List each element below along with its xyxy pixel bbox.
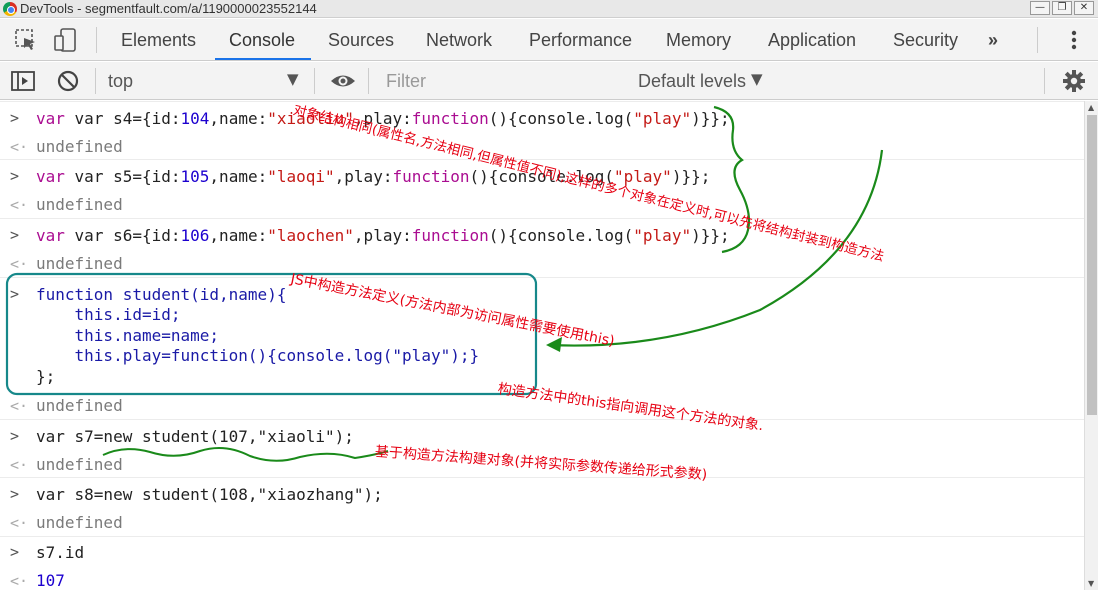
code-line: function student(id,name){ xyxy=(36,285,287,304)
console-result: undefined xyxy=(36,396,123,415)
separator xyxy=(314,68,315,94)
chrome-icon xyxy=(3,2,17,16)
console-entry: > s7.id <· 107 xyxy=(0,536,1084,590)
console-input-line: var s8=new student(108,"xiaozhang"); xyxy=(36,485,383,504)
minimize-button[interactable]: — xyxy=(1030,1,1050,15)
input-prompt-icon: > xyxy=(10,285,20,303)
console-entry: > var var s6={id:106,name:"laochen",play… xyxy=(0,218,1084,276)
tab-security[interactable]: Security xyxy=(893,30,958,51)
console-settings-gear-icon[interactable] xyxy=(1062,69,1086,93)
show-sidebar-icon[interactable] xyxy=(10,69,36,93)
restore-button[interactable]: ❐ xyxy=(1052,1,1072,15)
input-prompt-icon: > xyxy=(10,109,20,127)
context-selector[interactable]: top xyxy=(108,71,133,92)
separator xyxy=(1037,27,1038,53)
input-prompt-icon: > xyxy=(10,167,20,185)
scrollbar-thumb[interactable] xyxy=(1087,115,1097,415)
separator xyxy=(95,68,96,94)
code-line: this.name=name; xyxy=(36,326,220,345)
result-prompt-icon: <· xyxy=(10,196,29,214)
clear-console-icon[interactable] xyxy=(56,69,80,93)
code-line: this.play=function(){console.log("play")… xyxy=(36,346,480,365)
input-prompt-icon: > xyxy=(10,485,20,503)
scroll-up-icon[interactable]: ▲ xyxy=(1088,103,1094,112)
window-titlebar: DevTools - segmentfault.com/a/1190000023… xyxy=(0,0,1098,18)
code-line: }; xyxy=(36,367,56,386)
console-result: undefined xyxy=(36,513,123,532)
separator xyxy=(96,27,97,53)
levels-dropdown-icon[interactable]: ▼ xyxy=(751,70,763,88)
inspect-element-icon[interactable] xyxy=(14,28,38,52)
tab-memory[interactable]: Memory xyxy=(666,30,731,51)
tab-application[interactable]: Application xyxy=(768,30,856,51)
input-prompt-icon: > xyxy=(10,543,20,561)
console-entry: > var var s4={id:104,name:"xiaoliu",play… xyxy=(0,101,1084,159)
device-toolbar-icon[interactable] xyxy=(53,28,77,52)
input-prompt-icon: > xyxy=(10,226,20,244)
tab-network[interactable]: Network xyxy=(426,30,492,51)
console-result: undefined xyxy=(36,195,123,214)
context-dropdown-icon[interactable]: ▼ xyxy=(287,70,299,88)
devtools-tabbar: Elements Console Sources Network Perform… xyxy=(0,19,1098,61)
filter-input[interactable]: Filter xyxy=(386,71,426,92)
console-result: 107 xyxy=(36,571,65,590)
console-scrollbar[interactable]: ▲ ▼ xyxy=(1084,101,1098,590)
result-prompt-icon: <· xyxy=(10,138,29,156)
result-prompt-icon: <· xyxy=(10,397,29,415)
separator xyxy=(368,68,369,94)
separator xyxy=(1044,68,1045,94)
result-prompt-icon: <· xyxy=(10,514,29,532)
tab-console[interactable]: Console xyxy=(229,30,295,51)
more-tabs-icon[interactable]: » xyxy=(988,30,998,51)
console-result: undefined xyxy=(36,455,123,474)
window-title: DevTools - segmentfault.com/a/1190000023… xyxy=(20,1,317,16)
log-levels-dropdown[interactable]: Default levels xyxy=(638,71,746,92)
scroll-down-icon[interactable]: ▼ xyxy=(1088,579,1094,588)
console-input-line: var var s6={id:106,name:"laochen",play:f… xyxy=(36,226,730,245)
tab-performance[interactable]: Performance xyxy=(529,30,632,51)
kebab-menu-icon[interactable] xyxy=(1064,28,1084,52)
console-entry: > var s8=new student(108,"xiaozhang"); <… xyxy=(0,477,1084,535)
console-input-line: s7.id xyxy=(36,543,85,562)
console-result: undefined xyxy=(36,137,123,156)
result-prompt-icon: <· xyxy=(10,456,29,474)
code-line: this.id=id; xyxy=(36,305,181,324)
console-toolbar: top ▼ Filter Default levels ▼ xyxy=(0,62,1098,100)
close-button[interactable]: ✕ xyxy=(1074,1,1094,15)
tab-elements[interactable]: Elements xyxy=(121,30,196,51)
console-result: undefined xyxy=(36,254,123,273)
live-expression-eye-icon[interactable] xyxy=(329,70,357,92)
tab-sources[interactable]: Sources xyxy=(328,30,394,51)
result-prompt-icon: <· xyxy=(10,572,29,590)
result-prompt-icon: <· xyxy=(10,255,29,273)
window-controls: — ❐ ✕ xyxy=(1030,1,1094,15)
active-tab-indicator xyxy=(215,58,311,60)
input-prompt-icon: > xyxy=(10,427,20,445)
console-input-line: var s7=new student(107,"xiaoli"); xyxy=(36,427,354,446)
